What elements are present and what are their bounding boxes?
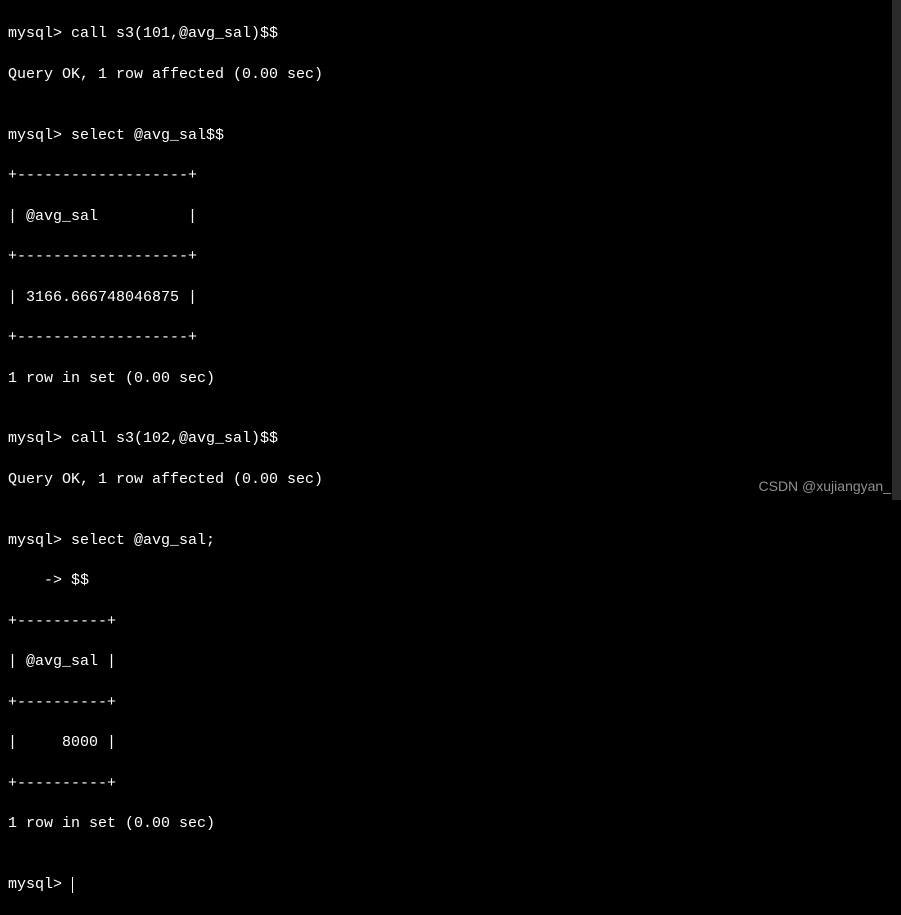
table-border: +-------------------+ [8,247,893,267]
cursor-icon [72,877,73,893]
mysql-prompt: mysql> [8,532,71,549]
table-border: +-------------------+ [8,328,893,348]
mysql-prompt: mysql> [8,430,71,447]
table-header: | @avg_sal | [8,207,893,227]
table-border: +-------------------+ [8,166,893,186]
table-border: +----------+ [8,774,893,794]
command-select-avg-sal: select @avg_sal$$ [71,127,224,144]
mysql-prompt: mysql> [8,25,71,42]
rows-in-set-response: 1 row in set (0.00 sec) [8,814,893,834]
command-select-avg-sal-2: select @avg_sal; [71,532,215,549]
scrollbar[interactable] [892,0,901,500]
command-call-s3-102: call s3(102,@avg_sal)$$ [71,430,278,447]
mysql-continuation-prompt: -> [8,572,71,589]
table-row: | 3166.666748046875 | [8,288,893,308]
table-row: | 8000 | [8,733,893,753]
query-ok-response: Query OK, 1 row affected (0.00 sec) [8,65,893,85]
mysql-prompt: mysql> [8,127,71,144]
mysql-prompt: mysql> [8,876,71,893]
command-call-s3-101: call s3(101,@avg_sal)$$ [71,25,278,42]
command-delimiter: $$ [71,572,89,589]
terminal-output[interactable]: mysql> call s3(101,@avg_sal)$$ Query OK,… [8,4,893,915]
csdn-watermark: CSDN @xujiangyan_ [759,477,892,496]
table-header: | @avg_sal | [8,652,893,672]
rows-in-set-response: 1 row in set (0.00 sec) [8,369,893,389]
table-border: +----------+ [8,612,893,632]
table-border: +----------+ [8,693,893,713]
